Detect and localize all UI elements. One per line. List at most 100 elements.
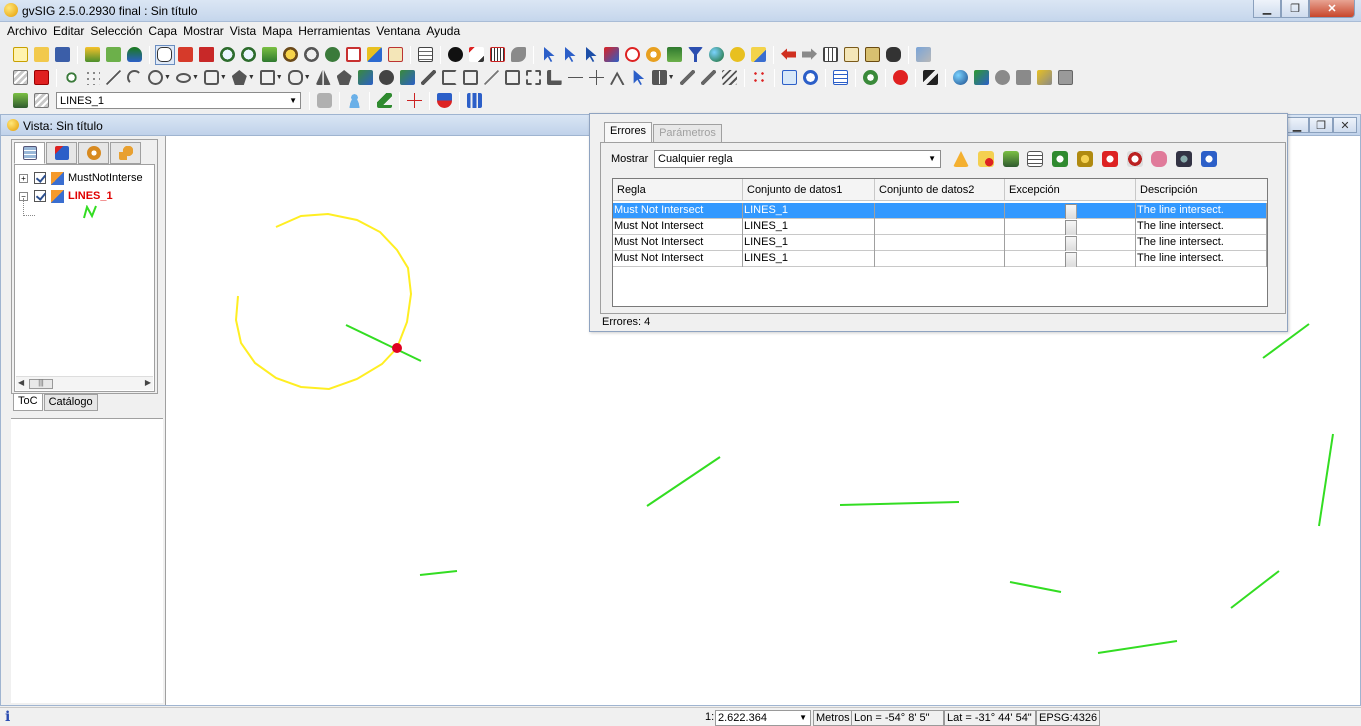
catalog-button[interactable] bbox=[1034, 68, 1054, 88]
chevron-down-icon[interactable]: ▼ bbox=[192, 74, 199, 81]
layer-row-mustnotintersect[interactable]: + MustNotInterse bbox=[19, 170, 143, 186]
select-all-button[interactable] bbox=[707, 45, 727, 65]
statistics-button[interactable] bbox=[465, 91, 485, 111]
report-button[interactable] bbox=[863, 45, 883, 65]
scroll-left-icon[interactable]: ◀ bbox=[18, 378, 24, 387]
report-errors-button[interactable] bbox=[1025, 149, 1045, 169]
internal-polygon-button[interactable] bbox=[523, 68, 543, 88]
select-circle-button[interactable] bbox=[623, 45, 643, 65]
table-row[interactable]: Must Not Intersect LINES_1 The line inte… bbox=[613, 251, 1267, 267]
chevron-down-icon[interactable]: ▼ bbox=[164, 74, 171, 81]
select-polygon-button[interactable] bbox=[581, 45, 601, 65]
export-button[interactable] bbox=[104, 45, 124, 65]
menu-editar[interactable]: Editar bbox=[50, 22, 87, 41]
layer-selector-combo[interactable]: LINES_1 ▼ bbox=[56, 92, 301, 109]
measure-area-button[interactable] bbox=[488, 45, 508, 65]
server-button[interactable] bbox=[1013, 68, 1033, 88]
column-header-dataset2[interactable]: Conjunto de datos2 bbox=[875, 179, 1005, 201]
table-row[interactable]: Must Not Intersect LINES_1 The line inte… bbox=[613, 203, 1267, 219]
frame-manager-button[interactable] bbox=[365, 45, 385, 65]
create-feature-button[interactable] bbox=[1100, 149, 1120, 169]
move-button[interactable] bbox=[376, 68, 396, 88]
menu-archivo[interactable]: Archivo bbox=[4, 22, 50, 41]
chevron-down-icon[interactable]: ▼ bbox=[304, 74, 311, 81]
rule-filter-combo[interactable]: Cualquier regla ▼ bbox=[654, 150, 941, 168]
zoom-full-button[interactable] bbox=[176, 45, 196, 65]
hyperlink-button[interactable] bbox=[509, 45, 529, 65]
trim-button[interactable] bbox=[565, 68, 585, 88]
explode-button[interactable] bbox=[502, 68, 522, 88]
attribute-table-button[interactable] bbox=[416, 45, 436, 65]
digitize-button[interactable] bbox=[375, 91, 395, 111]
exception-checkbox[interactable] bbox=[1064, 204, 1077, 219]
menu-seleccion[interactable]: Selección bbox=[87, 22, 145, 41]
select-button[interactable] bbox=[539, 45, 559, 65]
toc-tab-sources[interactable] bbox=[46, 142, 77, 164]
view-close-button[interactable]: ✕ bbox=[1333, 117, 1357, 133]
measure-distance-button[interactable] bbox=[467, 45, 487, 65]
binoculars-button[interactable] bbox=[884, 45, 904, 65]
undo-button[interactable] bbox=[779, 45, 799, 65]
reshape-button[interactable] bbox=[719, 68, 739, 88]
smooth-button[interactable] bbox=[698, 68, 718, 88]
column-header-excepcion[interactable]: Excepción bbox=[1005, 179, 1136, 201]
settings-button[interactable] bbox=[860, 68, 880, 88]
menu-capa[interactable]: Capa bbox=[145, 22, 180, 41]
invert-selection-button[interactable] bbox=[728, 45, 748, 65]
menu-ventana[interactable]: Ventana bbox=[373, 22, 423, 41]
zoom-in-button[interactable] bbox=[218, 45, 238, 65]
monitor-button[interactable] bbox=[1055, 68, 1075, 88]
column-header-descripcion[interactable]: Descripción bbox=[1136, 179, 1267, 201]
toc-tab-layers[interactable] bbox=[14, 142, 45, 164]
maximize-button[interactable]: ❐ bbox=[1281, 0, 1309, 18]
column-header-regla[interactable]: Regla bbox=[613, 179, 743, 201]
table-view-button[interactable] bbox=[821, 45, 841, 65]
zoom-tool-button[interactable] bbox=[302, 45, 322, 65]
table-row[interactable]: Must Not Intersect LINES_1 The line inte… bbox=[613, 235, 1267, 251]
layout-button[interactable] bbox=[842, 45, 862, 65]
toc-horizontal-scrollbar[interactable]: ◀ ||| ▶ bbox=[16, 376, 153, 390]
redo-button[interactable] bbox=[800, 45, 820, 65]
matrix-button[interactable] bbox=[439, 68, 459, 88]
simplify-button[interactable] bbox=[677, 68, 697, 88]
copy-button[interactable] bbox=[397, 68, 417, 88]
search-layer-button[interactable] bbox=[800, 68, 820, 88]
menu-mostrar[interactable]: Mostrar bbox=[180, 22, 227, 41]
info-icon[interactable]: i bbox=[5, 709, 10, 725]
plugins-button[interactable] bbox=[914, 45, 934, 65]
select-by-layer-button[interactable] bbox=[665, 45, 685, 65]
table-row[interactable]: Must Not Intersect LINES_1 The line inte… bbox=[613, 219, 1267, 235]
pan-button[interactable] bbox=[154, 44, 175, 65]
layer-edit-button[interactable] bbox=[32, 91, 52, 111]
expand-icon[interactable]: + bbox=[19, 173, 28, 183]
info-button[interactable] bbox=[446, 45, 466, 65]
zoom-layer-button[interactable] bbox=[281, 45, 301, 65]
column-header-dataset1[interactable]: Conjunto de datos1 bbox=[743, 179, 875, 201]
menu-mapa[interactable]: Mapa bbox=[259, 22, 295, 41]
zoom-error-button[interactable] bbox=[1050, 149, 1070, 169]
split-line-button[interactable] bbox=[481, 68, 501, 88]
insert-point-button[interactable] bbox=[62, 68, 82, 88]
scroll-right-icon[interactable]: ▶ bbox=[145, 378, 151, 387]
autopolygon-button[interactable] bbox=[285, 68, 305, 88]
document-button[interactable] bbox=[830, 68, 850, 88]
select-edit-button[interactable] bbox=[628, 68, 648, 88]
tab-toc[interactable]: ToC bbox=[13, 394, 43, 411]
grid-button[interactable] bbox=[649, 68, 669, 88]
vertex-edit-button[interactable] bbox=[607, 68, 627, 88]
sync-button[interactable] bbox=[992, 68, 1012, 88]
open-project-button[interactable] bbox=[32, 45, 52, 65]
menu-herramientas[interactable]: Herramientas bbox=[295, 22, 373, 41]
zoom-frame-button[interactable] bbox=[344, 45, 364, 65]
symmetry-button[interactable] bbox=[313, 68, 333, 88]
insert-line-button[interactable] bbox=[104, 68, 124, 88]
locate-button[interactable] bbox=[125, 45, 145, 65]
extend-line-button[interactable] bbox=[544, 68, 564, 88]
exception-checkbox[interactable] bbox=[1064, 252, 1077, 267]
chevron-down-icon[interactable]: ▼ bbox=[220, 74, 227, 81]
properties-button[interactable] bbox=[779, 68, 799, 88]
scale-combo[interactable]: 2.622.364 ▼ bbox=[715, 710, 811, 726]
tab-errores[interactable]: Errores bbox=[604, 122, 653, 142]
chevron-down-icon[interactable]: ▼ bbox=[248, 74, 255, 81]
zoom-back-button[interactable] bbox=[323, 45, 343, 65]
